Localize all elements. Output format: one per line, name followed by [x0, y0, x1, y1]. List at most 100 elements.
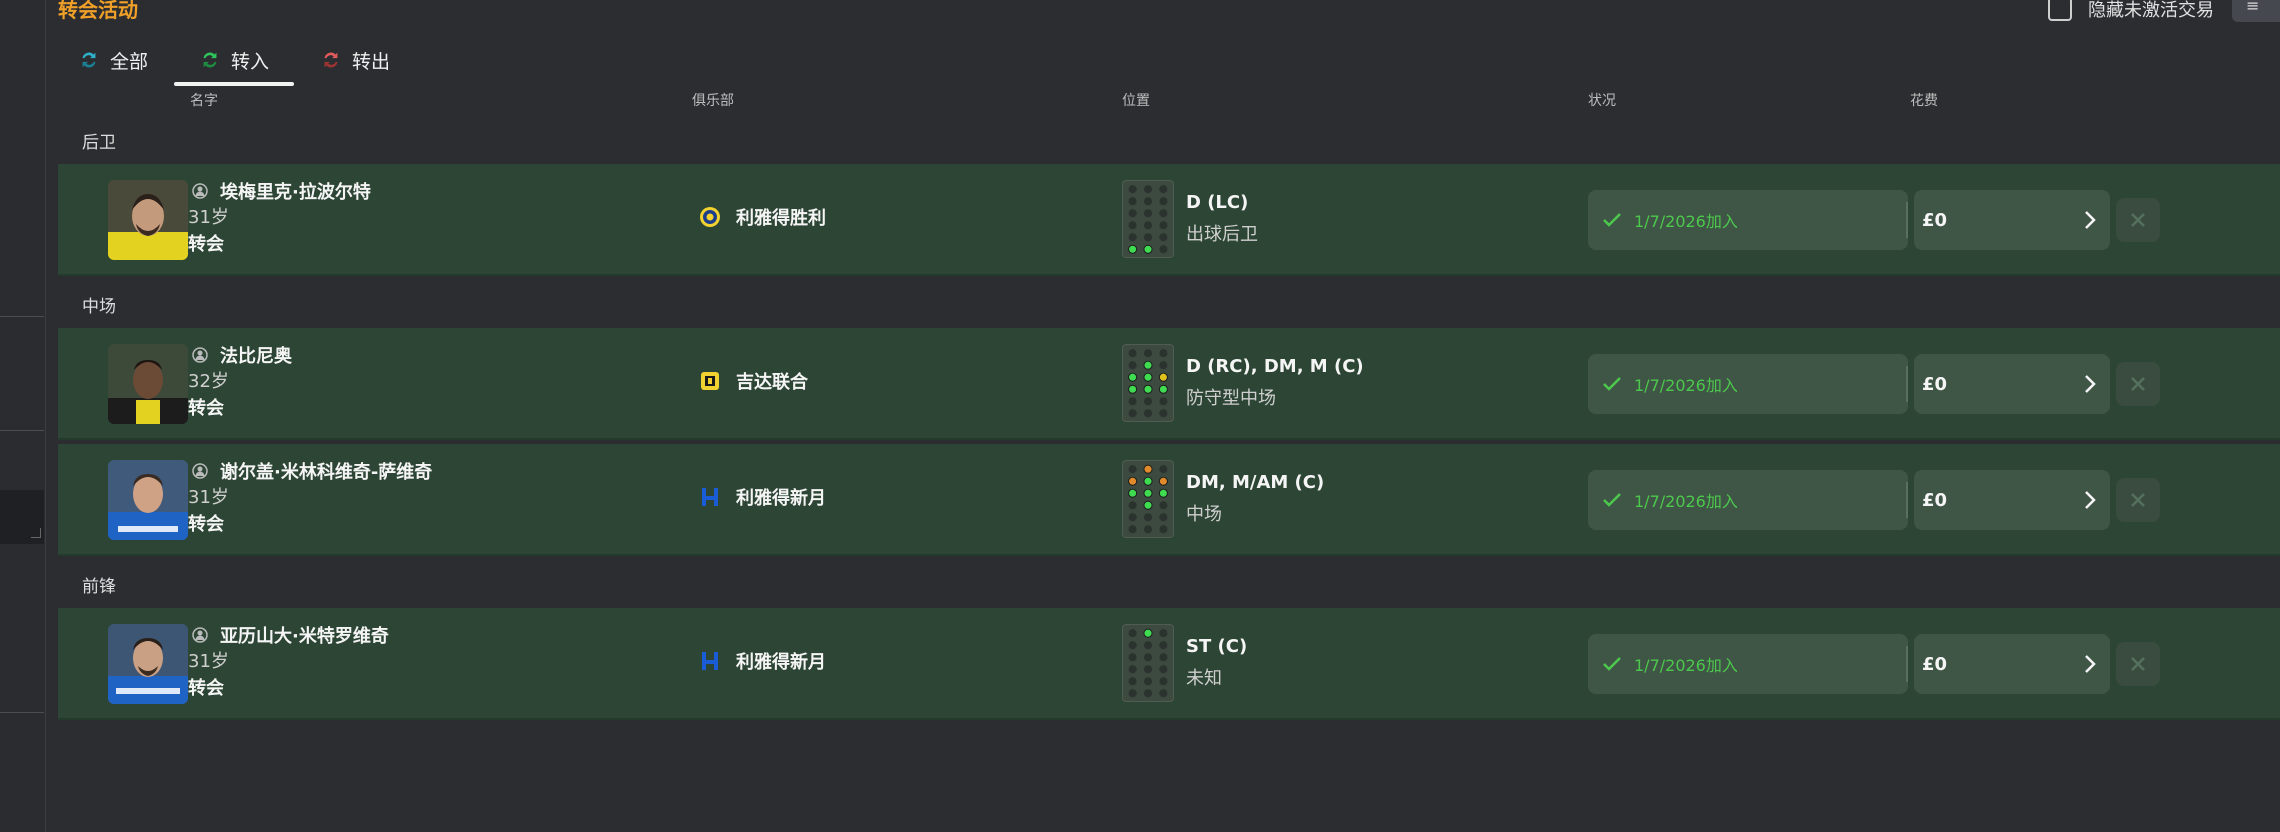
position-dot: [1159, 677, 1168, 686]
player-age: 31岁: [188, 207, 229, 228]
position-dot: [1159, 221, 1168, 230]
position-dot: [1143, 221, 1153, 230]
fee-button[interactable]: £0: [1914, 634, 2110, 694]
check-icon: [1603, 213, 1621, 227]
player-role: 防守型中场: [1186, 388, 1276, 409]
status-cell[interactable]: 1/7/2026加入: [1588, 470, 1908, 530]
club-cell[interactable]: 吉达联合: [698, 368, 808, 394]
resize-handle-icon[interactable]: [31, 528, 41, 538]
position-dot: [1143, 372, 1153, 382]
club-name[interactable]: 利雅得新月: [736, 484, 826, 510]
position-dot: [1159, 501, 1168, 510]
tab-outgoing[interactable]: 转出: [320, 40, 390, 80]
group-label-midfielders: 中场: [82, 297, 116, 317]
club-cell[interactable]: 利雅得胜利: [698, 204, 826, 230]
club-cell[interactable]: 利雅得新月: [698, 648, 826, 674]
player-name[interactable]: 埃梅里克·拉波尔特: [220, 178, 371, 204]
position-dot: [1128, 384, 1138, 394]
position-dot: [1143, 641, 1153, 650]
position-dot: [1158, 384, 1168, 394]
column-header-name[interactable]: 名字: [190, 90, 218, 110]
column-header-status[interactable]: 状况: [1588, 90, 1616, 110]
cancel-button[interactable]: [2116, 198, 2160, 242]
fee-button[interactable]: £0: [1914, 190, 2110, 250]
group-label-forwards: 前锋: [82, 577, 116, 597]
position-dot: [1143, 476, 1153, 486]
position-dot: [1143, 360, 1153, 370]
status-cell[interactable]: 1/7/2026加入: [1588, 354, 1908, 414]
position-code: DM, M/AM (C): [1186, 472, 1325, 493]
position-dot: [1143, 665, 1153, 674]
player-row[interactable]: 谢尔盖·米林科维奇-萨维奇 31岁 转会 利雅得新月 DM, M/AM (C) …: [58, 444, 2280, 556]
player-row[interactable]: 埃梅里克·拉波尔特 31岁 转会 利雅得胜利 D (LC) 出球后卫 1/7/2…: [58, 164, 2280, 276]
status-divider: [1906, 366, 1908, 402]
rail-divider: [0, 316, 44, 317]
status-cell[interactable]: 1/7/2026加入: [1588, 634, 1908, 694]
hide-inactive-toggle[interactable]: 隐藏未激活交易: [2048, 0, 2214, 22]
column-header-club[interactable]: 俱乐部: [692, 90, 734, 110]
left-rail: [0, 0, 46, 832]
position-dot: [1158, 476, 1168, 486]
position-dot: [1128, 641, 1137, 650]
person-icon: [192, 463, 208, 479]
close-icon: [2131, 657, 2145, 671]
position-dot: [1128, 465, 1137, 474]
status-text: 1/7/2026加入: [1634, 212, 1738, 231]
position-dot: [1128, 629, 1137, 638]
tab-all[interactable]: 全部: [78, 40, 148, 80]
tab-incoming[interactable]: 转入: [174, 40, 295, 86]
position-dot: [1159, 641, 1168, 650]
position-dot: [1143, 409, 1153, 418]
person-icon: [192, 347, 208, 363]
club-name[interactable]: 利雅得胜利: [736, 204, 826, 230]
position-dot: [1143, 500, 1153, 510]
chevron-right-icon: [2085, 491, 2096, 509]
position-cell: DM, M/AM (C) 中场: [1186, 472, 1324, 526]
column-header-position[interactable]: 位置: [1122, 90, 1150, 110]
position-dot: [1143, 488, 1153, 498]
hide-inactive-label: 隐藏未激活交易: [2088, 0, 2214, 21]
cancel-button[interactable]: [2116, 362, 2160, 406]
cancel-button[interactable]: [2116, 642, 2160, 686]
club-name[interactable]: 利雅得新月: [736, 648, 826, 674]
cancel-button[interactable]: [2116, 478, 2160, 522]
status-text: 1/7/2026加入: [1634, 376, 1738, 395]
position-dot: [1159, 233, 1168, 242]
chevron-right-icon: [2085, 655, 2096, 673]
position-dot: [1159, 465, 1168, 474]
fee-button[interactable]: £0: [1914, 470, 2110, 530]
position-dot: [1128, 476, 1138, 486]
player-name[interactable]: 亚历山大·米特罗维奇: [220, 622, 389, 648]
position-dot: [1128, 409, 1137, 418]
status-cell[interactable]: 1/7/2026加入: [1588, 190, 1908, 250]
player-row[interactable]: 法比尼奥 32岁 转会 吉达联合 D (RC), DM, M (C) 防守型中场…: [58, 328, 2280, 440]
position-dot: [1143, 513, 1153, 522]
incoming-cycle-icon: [203, 52, 217, 68]
club-cell[interactable]: 利雅得新月: [698, 484, 826, 510]
hide-inactive-checkbox[interactable]: [2048, 0, 2072, 21]
player-row[interactable]: 亚历山大·米特罗维奇 31岁 转会 利雅得新月 ST (C) 未知 1/7/20…: [58, 608, 2280, 720]
fee-button[interactable]: £0: [1914, 354, 2110, 414]
player-name[interactable]: 法比尼奥: [220, 342, 292, 368]
position-code: D (RC), DM, M (C): [1186, 356, 1364, 377]
column-headers: 名字 俱乐部 位置 状况 花费: [0, 90, 2280, 110]
status-divider: [1906, 202, 1908, 238]
position-pitch-icon: [1122, 180, 1174, 258]
player-name[interactable]: 谢尔盖·米林科维奇-萨维奇: [220, 458, 432, 484]
position-dot: [1128, 233, 1137, 242]
position-pitch-icon: [1122, 344, 1174, 422]
top-right-button[interactable]: ≡: [2232, 0, 2280, 22]
column-header-fee[interactable]: 花费: [1910, 90, 1938, 110]
position-dot: [1159, 397, 1168, 406]
position-dot: [1128, 361, 1137, 370]
check-icon: [1603, 657, 1621, 671]
position-dot: [1159, 665, 1168, 674]
position-pitch-icon: [1122, 460, 1174, 538]
position-dot: [1128, 185, 1137, 194]
position-dot: [1128, 221, 1137, 230]
club-name[interactable]: 吉达联合: [736, 368, 808, 394]
position-dot: [1159, 185, 1168, 194]
fee-value: £0: [1922, 653, 1948, 675]
position-dot: [1159, 409, 1168, 418]
person-icon: [192, 627, 208, 643]
